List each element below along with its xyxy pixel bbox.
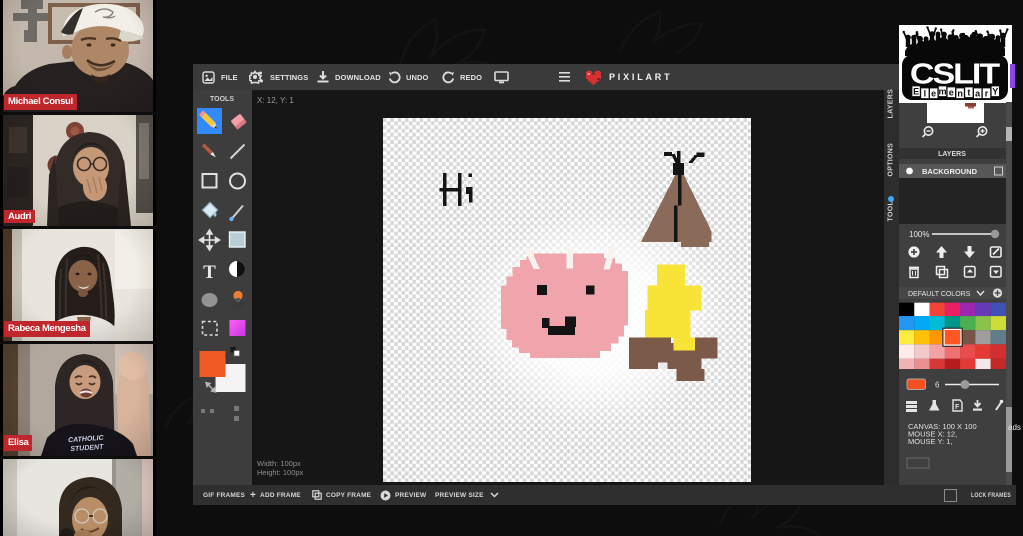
svg-text:CATHOLIC: CATHOLIC [68,435,105,445]
svg-text:LAYERS: LAYERS [938,151,966,158]
svg-text:E: E [913,87,919,97]
svg-text:MOUSE Y: 1,: MOUSE Y: 1, [908,437,952,446]
svg-text:TOOLS: TOOLS [210,96,234,103]
svg-text:r: r [985,89,989,99]
svg-text:Y: Y [992,87,998,97]
svg-text:CSLIT: CSLIT [910,57,1000,90]
svg-text:e: e [949,88,954,98]
svg-text:m: m [938,87,946,97]
svg-text:STUDENT: STUDENT [70,444,104,453]
svg-text:n: n [957,89,963,99]
svg-text:e: e [931,89,936,99]
svg-text:6: 6 [935,381,940,390]
svg-text:F: F [955,404,960,411]
svg-text:l: l [924,89,927,99]
svg-text:100%: 100% [909,230,929,239]
svg-text:DEFAULT COLORS: DEFAULT COLORS [908,291,971,298]
svg-text:BACKGROUND: BACKGROUND [922,167,978,176]
svg-text:T: T [203,262,216,283]
svg-text:t: t [967,88,970,98]
